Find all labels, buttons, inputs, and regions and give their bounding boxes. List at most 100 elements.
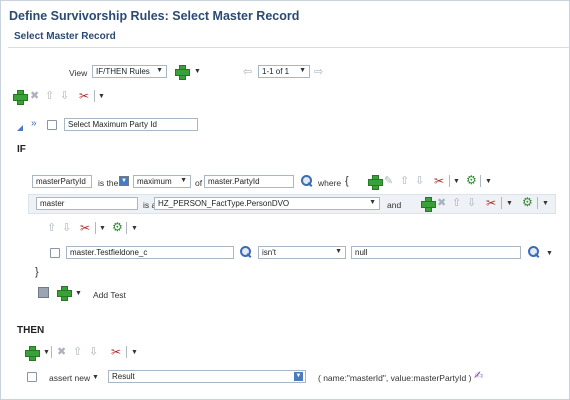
toolbar-separator <box>126 222 127 234</box>
pager-select[interactable]: 1-1 of 1 ▼ <box>258 65 310 78</box>
more-menu-icon[interactable]: ▼ <box>506 200 513 207</box>
operator-select[interactable]: isn't ▼ <box>258 246 346 259</box>
test-value-input[interactable]: null <box>351 246 521 259</box>
settings-menu-icon[interactable]: ▼ <box>485 178 492 185</box>
view-select-value: IF/THEN Rules <box>96 67 150 76</box>
fact-type-select[interactable]: HZ_PERSON_FactType.PersonDVO ▼ <box>154 197 380 210</box>
gear-icon[interactable]: ⚙ <box>522 196 533 208</box>
add-icon[interactable] <box>25 346 40 361</box>
chevron-down-icon: ▼ <box>335 248 342 255</box>
search-icon[interactable] <box>301 175 313 187</box>
collapse-triangle-icon[interactable] <box>17 125 23 131</box>
page-title: Define Survivorship Rules: Select Master… <box>9 9 300 23</box>
toolbar-separator <box>94 90 95 102</box>
move-down-icon[interactable]: ⇩ <box>467 197 476 209</box>
previous-page-icon[interactable]: ⇦ <box>243 66 252 78</box>
more-menu-icon[interactable]: ▼ <box>98 93 105 100</box>
book-icon[interactable] <box>38 287 49 298</box>
where-label: where <box>318 178 342 188</box>
delete-icon[interactable]: ✖ <box>30 90 39 102</box>
next-page-icon[interactable]: ⇨ <box>314 66 323 78</box>
target-select[interactable]: Result ▼ <box>108 370 306 383</box>
move-up-icon[interactable]: ⇧ <box>452 197 461 209</box>
more-menu-icon[interactable]: ▼ <box>99 225 106 232</box>
rule-checkbox[interactable] <box>47 120 57 130</box>
add-rule-menu-icon[interactable]: ▼ <box>194 68 201 75</box>
add-action-menu-icon[interactable]: ▼ <box>43 349 50 356</box>
cut-icon[interactable]: ✂ <box>111 346 121 358</box>
edit-icon[interactable]: ✎ <box>384 175 393 187</box>
expression-builder-icon[interactable]: ✍ <box>474 369 483 382</box>
cut-icon[interactable]: ✂ <box>79 90 89 102</box>
aggregate-select[interactable]: maximum ▼ <box>133 175 191 188</box>
chevron-down-icon[interactable]: ▼ <box>92 374 99 381</box>
test-checkbox[interactable] <box>50 248 60 258</box>
view-select[interactable]: IF/THEN Rules ▼ <box>92 65 167 78</box>
move-down-icon[interactable]: ⇩ <box>62 222 71 234</box>
move-up-icon[interactable]: ⇧ <box>73 346 82 358</box>
toolbar-separator <box>126 346 127 358</box>
cut-icon[interactable]: ✂ <box>80 222 90 234</box>
delete-icon[interactable]: ✖ <box>57 346 66 358</box>
of-value-input[interactable]: master.PartyId <box>204 175 294 188</box>
search-icon[interactable] <box>528 246 540 258</box>
if-label: IF <box>17 144 26 155</box>
toolbar-separator <box>449 175 450 187</box>
open-brace: { <box>345 175 349 187</box>
expand-all-icon[interactable]: » <box>31 118 37 129</box>
chevron-down-icon: ▼ <box>299 67 306 74</box>
add-test-menu-icon[interactable]: ▼ <box>75 290 82 297</box>
value-menu-icon[interactable]: ▼ <box>546 250 553 257</box>
assert-new-menu[interactable]: assert new <box>49 373 90 383</box>
search-icon[interactable] <box>240 246 252 258</box>
chevron-down-icon[interactable]: ▼ <box>119 176 129 186</box>
toolbar-separator <box>51 346 52 358</box>
delete-icon[interactable]: ✖ <box>437 197 446 209</box>
then-label: THEN <box>17 325 45 336</box>
section-title: Select Master Record <box>14 31 116 42</box>
assert-args: ( name:"masterId", value:masterPartyId ) <box>318 373 472 383</box>
more-menu-icon[interactable]: ▼ <box>453 178 460 185</box>
move-down-icon[interactable]: ⇩ <box>415 175 424 187</box>
of-label: of <box>195 178 203 188</box>
move-down-icon[interactable]: ⇩ <box>89 346 98 358</box>
view-label: View <box>69 68 88 78</box>
move-up-icon[interactable]: ⇧ <box>45 90 54 102</box>
settings-menu-icon[interactable]: ▼ <box>542 200 549 207</box>
chevron-down-icon: ▼ <box>369 199 376 206</box>
variable-input[interactable]: masterPartyId <box>32 175 92 188</box>
toolbar-separator <box>95 222 96 234</box>
move-up-icon[interactable]: ⇧ <box>400 175 409 187</box>
toolbar-separator <box>501 197 502 209</box>
add-icon[interactable] <box>421 197 436 212</box>
action-checkbox[interactable] <box>27 372 37 382</box>
chevron-down-icon: ▼ <box>294 372 303 381</box>
cut-icon[interactable]: ✂ <box>486 197 496 209</box>
add-icon[interactable] <box>368 175 383 190</box>
and-label: and <box>387 200 402 210</box>
target-value: Result <box>112 372 135 381</box>
move-down-icon[interactable]: ⇩ <box>60 90 69 102</box>
toolbar-separator <box>537 197 538 209</box>
gear-icon[interactable]: ⚙ <box>112 221 123 233</box>
chevron-down-icon: ▼ <box>180 177 187 184</box>
add-icon[interactable] <box>13 90 28 105</box>
fact-type-value: HZ_PERSON_FactType.PersonDVO <box>158 199 290 208</box>
add-test-icon[interactable] <box>57 286 72 301</box>
pattern-variable-input[interactable]: master <box>36 197 138 210</box>
more-menu-icon[interactable]: ▼ <box>131 349 138 356</box>
pager-value: 1-1 of 1 <box>262 67 290 76</box>
toolbar-separator <box>480 175 481 187</box>
cut-icon[interactable]: ✂ <box>434 175 444 187</box>
header-divider <box>8 47 570 48</box>
chevron-down-icon: ▼ <box>156 67 163 74</box>
gear-icon[interactable]: ⚙ <box>466 174 477 186</box>
move-up-icon[interactable]: ⇧ <box>47 222 56 234</box>
close-brace: } <box>35 266 39 278</box>
operator-value: isn't <box>262 248 276 257</box>
add-rule-icon[interactable] <box>175 65 190 80</box>
settings-menu-icon[interactable]: ▼ <box>131 225 138 232</box>
test-field-input[interactable]: master.Testfieldone_c <box>66 246 234 259</box>
rule-name-input[interactable]: Select Maximum Party Id <box>64 118 198 131</box>
add-test-label[interactable]: Add Test <box>93 290 126 300</box>
